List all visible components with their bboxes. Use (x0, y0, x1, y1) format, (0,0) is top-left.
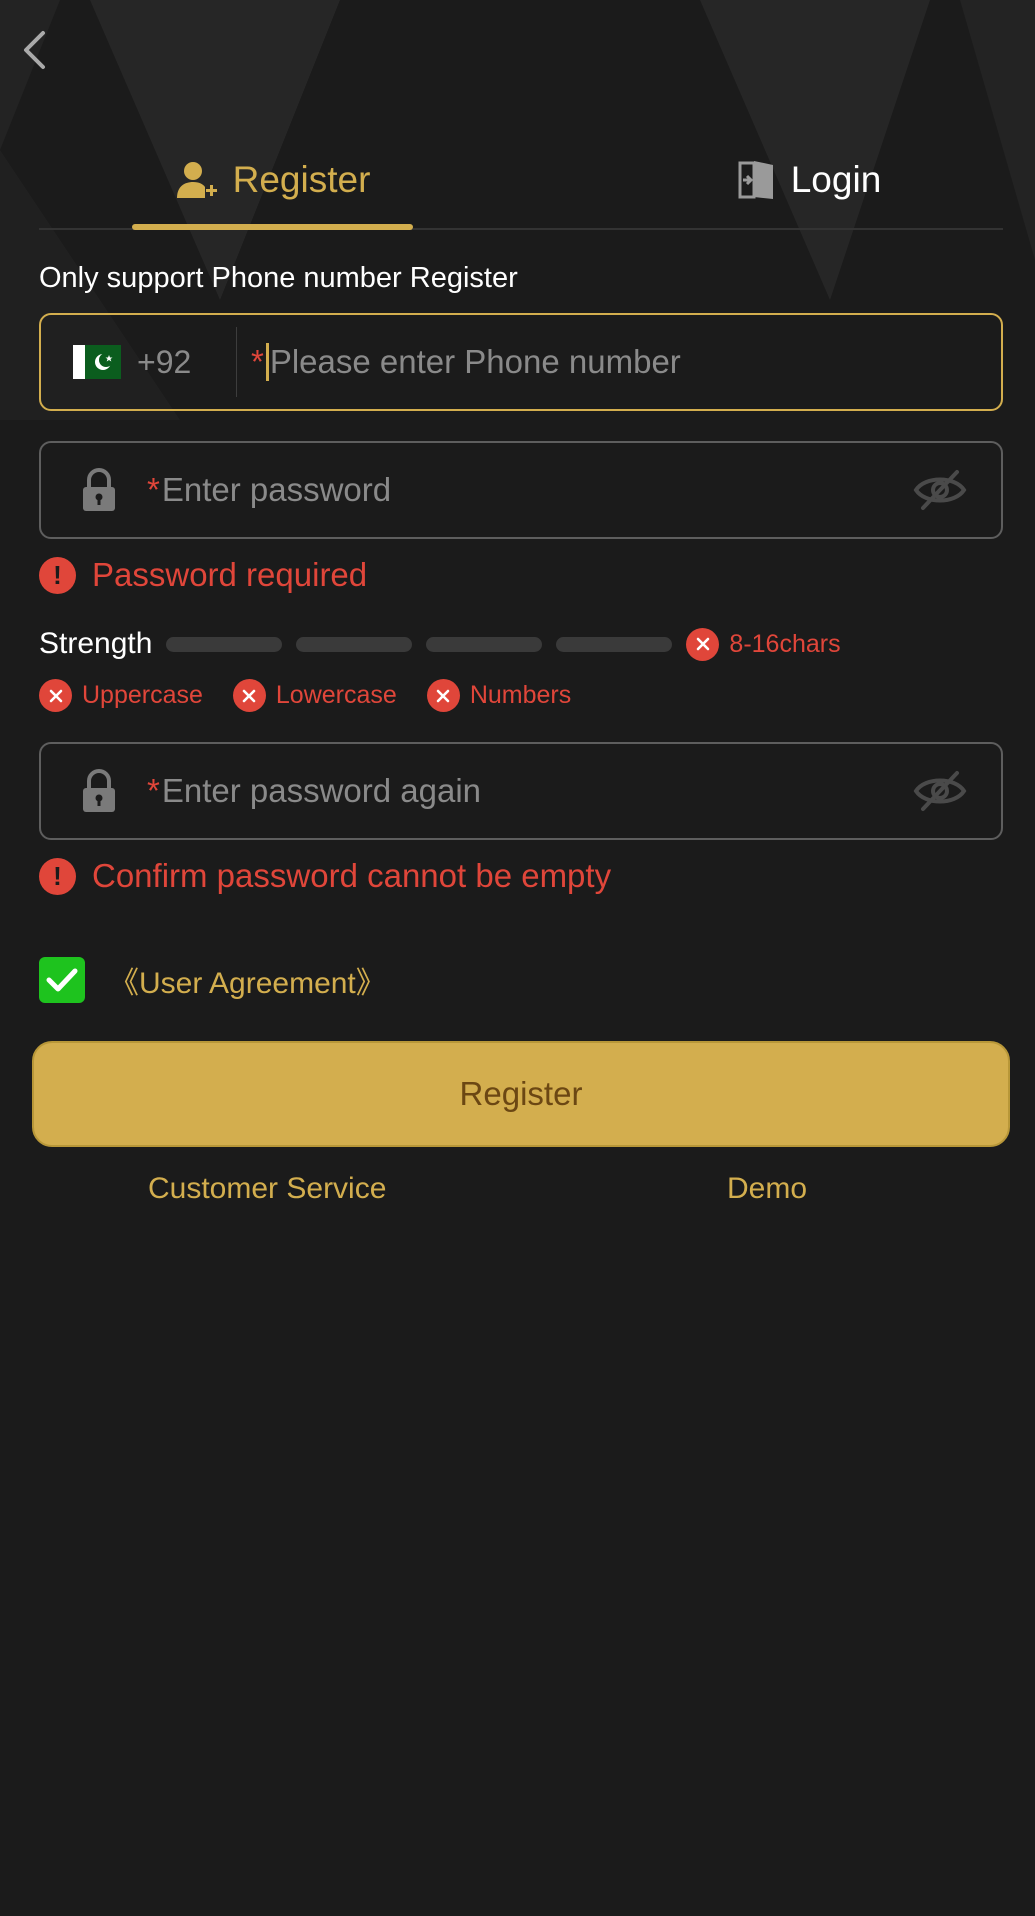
password-placeholder: Enter password (161, 471, 392, 508)
eye-off-icon[interactable] (907, 468, 973, 512)
tab-login-label: Login (790, 159, 882, 200)
strength-segment (426, 636, 543, 652)
lock-icon (73, 769, 125, 813)
demo-link[interactable]: Demo (727, 1172, 807, 1206)
rule-length-label: 8-16chars (729, 629, 841, 658)
eye-off-icon[interactable] (907, 769, 973, 813)
rule-lowercase-label: Lowercase (275, 681, 397, 709)
phone-placeholder: Please enter Phone number (269, 343, 681, 380)
phone-input[interactable]: * Please enter Phone number (237, 315, 1001, 409)
customer-service-link[interactable]: Customer Service (148, 1172, 386, 1206)
required-mark: * (251, 343, 264, 380)
country-code: +92 (137, 343, 192, 380)
confirm-password-input[interactable]: * Enter password again (147, 744, 907, 838)
confirm-password-error-text: Confirm password cannot be empty (92, 857, 612, 894)
tab-register[interactable]: Register (132, 130, 413, 230)
password-error: ! Password required (39, 556, 367, 594)
chevron-left-icon (24, 31, 45, 69)
register-hint: Only support Phone number Register (39, 262, 518, 294)
rule-lowercase: Lowercase (232, 679, 397, 712)
user-agreement-link[interactable]: 《User Agreement》 (109, 958, 386, 1002)
back-button[interactable] (12, 28, 56, 72)
exclamation-icon: ! (39, 556, 76, 594)
x-circle-icon (686, 627, 720, 661)
text-cursor (265, 343, 269, 381)
user-add-icon (176, 162, 217, 198)
password-input[interactable]: * Enter password (147, 443, 907, 537)
country-code-selector[interactable]: +92 (41, 327, 237, 397)
auth-tabs: Register Login (39, 130, 1003, 230)
register-button[interactable]: Register (32, 1041, 1010, 1147)
x-circle-icon (232, 679, 266, 712)
rule-uppercase-label: Uppercase (82, 681, 203, 709)
strength-label: Strength (39, 627, 153, 660)
rule-numbers-label: Numbers (469, 681, 572, 709)
active-tab-indicator (132, 224, 413, 230)
required-mark: * (147, 471, 160, 508)
password-error-text: Password required (92, 556, 368, 593)
agreement-checkbox[interactable] (39, 957, 85, 1003)
login-door-icon (738, 161, 773, 199)
register-page: Register Login Only support Phone number… (0, 0, 1035, 1916)
pakistan-flag-icon (73, 345, 121, 379)
phone-field: +92 * Please enter Phone number (39, 313, 1003, 411)
tab-register-label: Register (232, 159, 371, 200)
rule-uppercase: Uppercase (39, 679, 203, 712)
exclamation-icon: ! (39, 857, 76, 895)
lock-icon (73, 468, 125, 512)
strength-segment (166, 636, 283, 652)
agreement-row: 《User Agreement》 (39, 957, 386, 1003)
checkmark-icon (46, 968, 78, 992)
confirm-password-field: * Enter password again (39, 742, 1003, 840)
confirm-password-placeholder: Enter password again (161, 772, 482, 809)
strength-segment (556, 636, 673, 652)
password-field: * Enter password (39, 441, 1003, 539)
rule-length: 8-16chars (686, 627, 841, 661)
required-mark: * (147, 772, 160, 809)
strength-segment (296, 636, 413, 652)
password-rules: Uppercase Lowercase Numbers (39, 679, 571, 712)
rule-numbers: Numbers (426, 679, 572, 712)
password-strength: Strength 8-16chars (39, 626, 841, 662)
x-circle-icon (426, 679, 460, 712)
confirm-password-error: ! Confirm password cannot be empty (39, 857, 611, 895)
x-circle-icon (39, 679, 72, 712)
tab-login[interactable]: Login (679, 130, 939, 230)
